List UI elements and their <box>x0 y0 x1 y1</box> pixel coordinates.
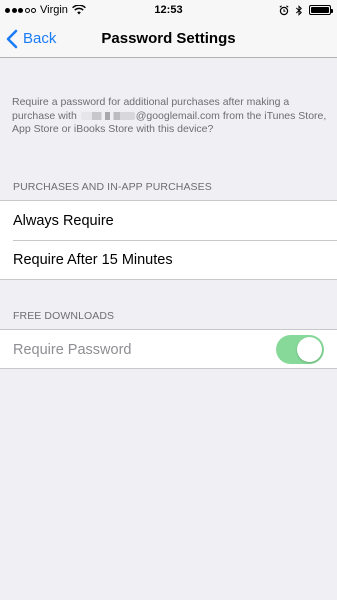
navigation-bar: Back Password Settings <box>0 20 337 58</box>
status-right <box>279 0 333 20</box>
toggle-knob <box>297 337 322 362</box>
require-password-row: Require Password <box>0 330 337 369</box>
require-password-toggle[interactable] <box>276 335 324 364</box>
option-always-require[interactable]: Always Require <box>0 201 337 240</box>
redacted-email-mask <box>80 111 135 120</box>
description-text: Require a password for additional purcha… <box>12 96 327 137</box>
require-password-label: Require Password <box>13 341 132 358</box>
free-downloads-group: Require Password <box>0 329 337 369</box>
section-header-free-downloads: FREE DOWNLOADS <box>13 310 115 322</box>
alarm-icon <box>279 4 289 15</box>
back-label: Back <box>23 30 57 47</box>
option-require-after-15-minutes[interactable]: Require After 15 Minutes <box>0 240 337 279</box>
description-email-domain: @googlemail.com <box>135 109 220 122</box>
section-header-purchases: PURCHASES AND IN-APP PURCHASES <box>13 181 212 193</box>
purchases-options-group: Always Require Require After 15 Minutes <box>0 200 337 280</box>
option-label: Always Require <box>13 212 114 229</box>
back-button[interactable]: Back <box>6 20 56 57</box>
chevron-left-icon <box>6 29 18 48</box>
status-bar: Virgin 12:53 <box>0 0 337 20</box>
password-settings-screen: Virgin 12:53 Back Password Settings Requ… <box>0 0 337 600</box>
option-label: Require After 15 Minutes <box>13 251 173 268</box>
bluetooth-icon <box>295 4 302 16</box>
battery-icon <box>309 5 333 15</box>
